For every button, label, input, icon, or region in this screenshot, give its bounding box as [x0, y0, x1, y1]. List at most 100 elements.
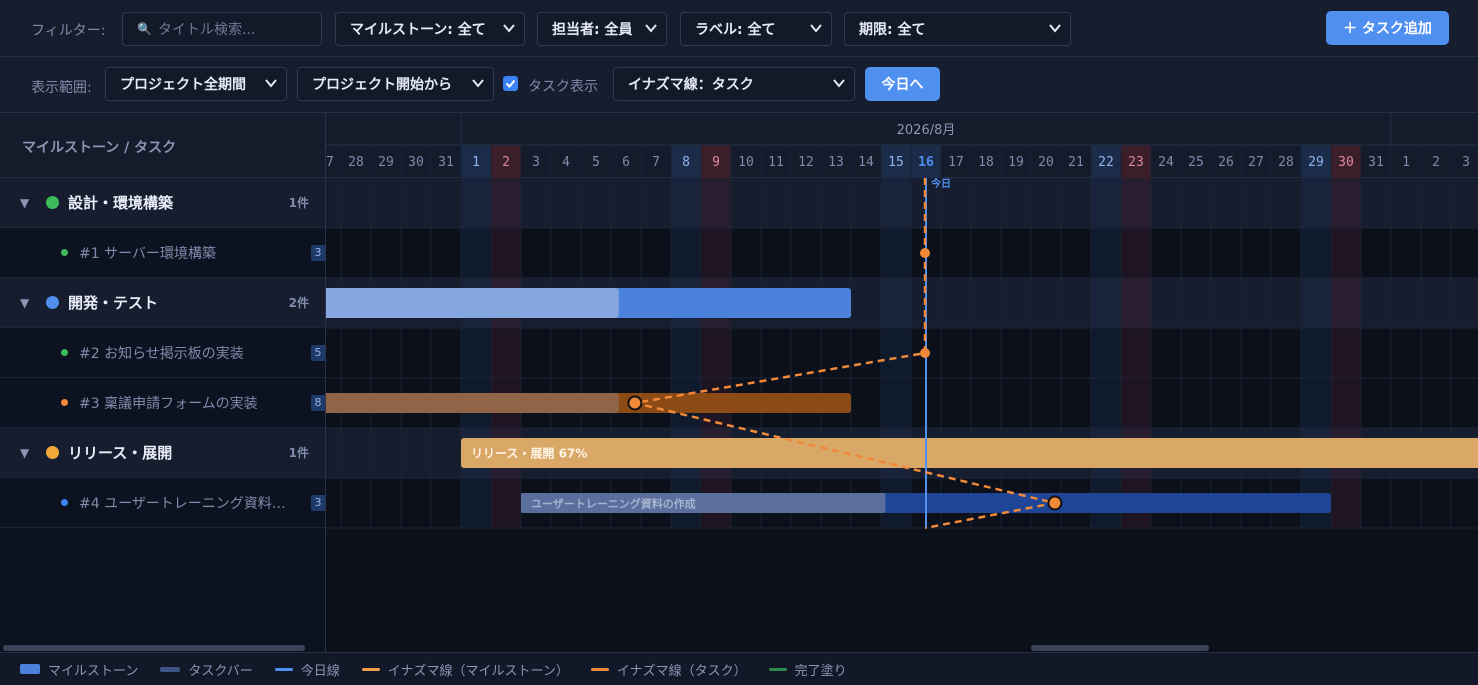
assignee-select[interactable]: 担当者: 全員 [537, 12, 667, 46]
task-name[interactable]: #1 サーバー環境構築 [79, 243, 216, 263]
collapse-toggle-icon[interactable]: ▼ [20, 446, 29, 460]
day-label: 24 [1158, 155, 1174, 170]
milestone-color-dot [46, 446, 59, 459]
chevron-down-icon [503, 24, 515, 33]
day-label: 2 [1432, 155, 1440, 170]
day-label: 29 [1308, 155, 1324, 170]
day-label: 14 [858, 155, 874, 170]
task-name[interactable]: #2 お知らせ掲示板の実装 [79, 343, 244, 363]
filter-label: フィルター: [31, 23, 106, 39]
weekend-column [1121, 178, 1151, 528]
day-label: 27 [326, 155, 334, 170]
day-label: 16 [918, 155, 934, 170]
add-task-button[interactable]: ＋ タスク追加 [1326, 11, 1449, 45]
day-label: 19 [1008, 155, 1024, 170]
label-select[interactable]: ラベル: 全て [680, 12, 832, 46]
milestone-row[interactable]: ▼ リリース・展開 1件 [0, 428, 325, 478]
weekend-column [1331, 178, 1361, 528]
task-name[interactable]: #4 ユーザートレーニング資料… [79, 493, 286, 513]
progress-fill [326, 288, 619, 318]
task-status-dot [61, 499, 68, 506]
progress-fill [326, 393, 619, 413]
day-label: 3 [1462, 155, 1470, 170]
legend-swatch [361, 667, 380, 671]
legend-swatch [768, 667, 787, 671]
task-status-dot [61, 399, 68, 406]
show-tasks-label: タスク表示 [528, 79, 598, 95]
day-label: 29 [378, 155, 394, 170]
range-select-value: プロジェクト全期間 [120, 77, 246, 93]
day-label: 27 [1248, 155, 1264, 170]
task-status-dot [61, 349, 68, 356]
month-label: 2026/8月 [897, 123, 956, 138]
day-label: 8 [682, 155, 690, 170]
day-label: 23 [1128, 155, 1144, 170]
milestone-name: 設計・環境構築 [68, 194, 174, 212]
collapse-toggle-icon[interactable]: ▼ [20, 296, 29, 310]
day-label: 21 [1068, 155, 1084, 170]
task-badge: 3 [311, 494, 325, 511]
lightning-point [1047, 495, 1063, 511]
legend-swatch [590, 667, 609, 671]
legend-item: マイルストーン [20, 660, 138, 679]
milestone-bar [461, 438, 1478, 468]
legend-label: マイルストーン [48, 663, 139, 679]
task-list-header: マイルストーン / タスク [0, 113, 325, 178]
gantt-scrollbar[interactable] [1031, 645, 1209, 651]
day-label: 26 [1218, 155, 1234, 170]
task-row[interactable]: #3 稟議申請フォームの実装 8 [0, 378, 325, 428]
task-row[interactable]: #2 お知らせ掲示板の実装 5 [0, 328, 325, 378]
task-row[interactable]: #1 サーバー環境構築 3 [0, 228, 325, 278]
day-label: 7 [652, 155, 660, 170]
milestone-count: 2件 [288, 296, 309, 310]
lightning-point [627, 395, 643, 411]
weekend-column [461, 178, 491, 528]
view-range-label: 表示範囲: [31, 80, 92, 96]
chevron-down-icon [472, 79, 484, 88]
day-label: 9 [712, 155, 720, 170]
due-select[interactable]: 期限: 全て [844, 12, 1071, 46]
legend-label: 今日線 [300, 663, 340, 679]
day-label: 1 [472, 155, 480, 170]
legend-swatch [160, 666, 181, 672]
legend-swatch [274, 667, 293, 671]
day-label: 28 [348, 155, 364, 170]
milestone-row[interactable]: ▼ 設計・環境構築 1件 [0, 178, 325, 228]
chevron-down-icon [833, 79, 845, 88]
start-select[interactable]: プロジェクト開始から [297, 67, 494, 101]
day-label: 3 [532, 155, 540, 170]
lightning-select[interactable]: イナズマ線：タスク [613, 67, 855, 101]
range-select[interactable]: プロジェクト全期間 [105, 67, 287, 101]
assignee-select-value: 担当者: 全員 [552, 22, 633, 38]
check-icon [505, 79, 516, 88]
weekend-column [491, 178, 521, 528]
milestone-select-value: マイルストーン: 全て [350, 22, 486, 38]
day-label: 15 [888, 155, 904, 170]
day-label: 2 [502, 155, 510, 170]
day-label: 4 [562, 155, 570, 170]
collapse-toggle-icon[interactable]: ▼ [20, 196, 29, 210]
left-scrollbar[interactable] [3, 645, 305, 651]
chevron-down-icon [265, 79, 277, 88]
gantt-chart: 2728293031123456789101112131415161718192… [326, 113, 1478, 652]
day-label: 22 [1098, 155, 1114, 170]
legend-swatch [20, 664, 40, 674]
chevron-down-icon [645, 24, 657, 33]
gantt-canvas: 2728293031123456789101112131415161718192… [326, 113, 1478, 530]
bar-label: ユーザートレーニング資料の作成 [531, 497, 696, 511]
milestone-color-dot [46, 196, 59, 209]
day-label: 12 [798, 155, 814, 170]
milestone-select[interactable]: マイルストーン: 全て [335, 12, 525, 46]
today-button[interactable]: 今日へ [865, 67, 940, 101]
milestone-count: 1件 [288, 196, 309, 210]
show-tasks-checkbox[interactable] [503, 76, 518, 91]
day-label: 28 [1278, 155, 1294, 170]
task-row[interactable]: #4 ユーザートレーニング資料… 3 [0, 478, 325, 528]
milestone-row[interactable]: ▼ 開発・テスト 2件 [0, 278, 325, 328]
task-list-header-label: マイルストーン / タスク [22, 140, 177, 156]
search-input[interactable]: 🔍 タイトル検索... [122, 12, 322, 46]
task-name[interactable]: #3 稟議申請フォームの実装 [79, 393, 258, 413]
lightning-point [920, 348, 930, 358]
search-icon: 🔍 [137, 22, 152, 36]
day-label: 25 [1188, 155, 1204, 170]
